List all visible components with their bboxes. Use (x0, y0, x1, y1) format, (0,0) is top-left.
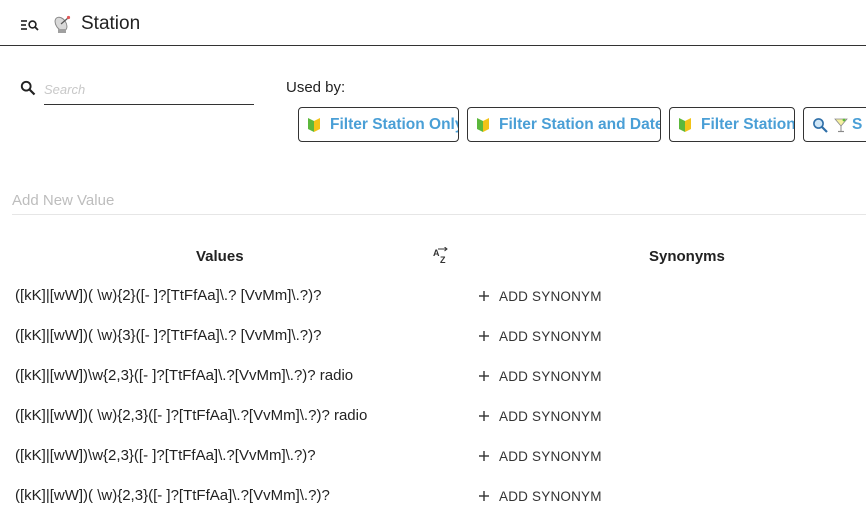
chip-label: Filter Station (701, 115, 795, 133)
yellow-green-leaf-icon (679, 117, 691, 132)
yellow-green-leaf-icon (477, 117, 489, 132)
used-by-chip-partial[interactable]: S (803, 107, 866, 142)
plus-icon (479, 331, 489, 341)
add-synonym-button[interactable]: ADD SYNONYM (478, 447, 602, 465)
svg-text:Z: Z (440, 255, 446, 265)
row-value: ([kK]|[wW])\w{2,3}([- ]?[TtFfAa]\.?[VvMm… (15, 447, 316, 464)
add-synonym-button[interactable]: ADD SYNONYM (478, 367, 602, 385)
row-value: ([kK]|[wW])( \w){2}([- ]?[TtFfAa]\.? [Vv… (15, 287, 322, 304)
values-column-header: Values (196, 248, 244, 265)
row-value: ([kK]|[wW])( \w){2,3}([- ]?[TtFfAa]\.?[V… (15, 407, 368, 424)
search-input[interactable] (44, 74, 254, 105)
plus-icon (479, 491, 489, 501)
table-row: ([kK]|[wW])( \w){3}([- ]?[TtFfAa]\.? [Vv… (0, 327, 866, 367)
plus-icon (479, 371, 489, 381)
used-by-chip-filter-station[interactable]: Filter Station (669, 107, 795, 142)
plus-icon (479, 451, 489, 461)
synonyms-column-header: Synonyms (649, 248, 725, 265)
add-new-value-input[interactable] (12, 186, 866, 215)
add-synonym-button[interactable]: ADD SYNONYM (478, 487, 602, 505)
magnifier-icon (813, 117, 828, 133)
add-synonym-button[interactable]: ADD SYNONYM (478, 407, 602, 425)
add-synonym-label: ADD SYNONYM (499, 368, 602, 384)
table-row: ([kK]|[wW])\w{2,3}([- ]?[TtFfAa]\.?[VvMm… (0, 447, 866, 487)
chip-label: S (852, 115, 863, 133)
page-header: Station (0, 0, 866, 46)
sort-az-icon[interactable]: A Z (432, 247, 452, 265)
chip-label: Filter Station Only (330, 115, 459, 133)
chip-label: Filter Station and Date (499, 115, 661, 133)
used-by-chip-filter-station-only[interactable]: Filter Station Only (298, 107, 459, 142)
table-row: ([kK]|[wW])( \w){2}([- ]?[TtFfAa]\.? [Vv… (0, 287, 866, 327)
cocktail-icon (834, 118, 848, 132)
add-synonym-label: ADD SYNONYM (499, 408, 602, 424)
row-value: ([kK]|[wW])( \w){2,3}([- ]?[TtFfAa]\.?[V… (15, 487, 330, 504)
add-synonym-button[interactable]: ADD SYNONYM (478, 287, 602, 305)
list-search-icon[interactable] (20, 18, 40, 32)
search-icon (20, 80, 36, 96)
add-synonym-label: ADD SYNONYM (499, 288, 602, 304)
table-row: ([kK]|[wW])\w{2,3}([- ]?[TtFfAa]\.?[VvMm… (0, 367, 866, 407)
page-title: Station (81, 13, 141, 34)
satellite-dish-icon (54, 15, 71, 33)
add-synonym-label: ADD SYNONYM (499, 328, 602, 344)
add-synonym-label: ADD SYNONYM (499, 488, 602, 504)
search-bar (18, 74, 254, 106)
add-synonym-label: ADD SYNONYM (499, 448, 602, 464)
add-synonym-button[interactable]: ADD SYNONYM (478, 327, 602, 345)
table-row: ([kK]|[wW])( \w){2,3}([- ]?[TtFfAa]\.?[V… (0, 407, 866, 447)
table-row: ([kK]|[wW])( \w){2,3}([- ]?[TtFfAa]\.?[V… (0, 487, 866, 527)
plus-icon (479, 291, 489, 301)
row-value: ([kK]|[wW])( \w){3}([- ]?[TtFfAa]\.? [Vv… (15, 327, 322, 344)
yellow-green-leaf-icon (308, 117, 320, 132)
used-by-chip-filter-station-and-date[interactable]: Filter Station and Date (467, 107, 661, 142)
used-by-label: Used by: (286, 79, 346, 96)
plus-icon (479, 411, 489, 421)
row-value: ([kK]|[wW])\w{2,3}([- ]?[TtFfAa]\.?[VvMm… (15, 367, 354, 384)
